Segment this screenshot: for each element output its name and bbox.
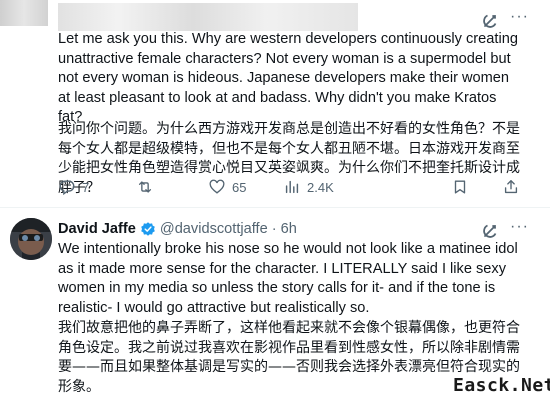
bookmark-icon — [454, 180, 466, 194]
verified-badge-icon — [141, 222, 155, 236]
more-icon[interactable]: ··· — [510, 218, 529, 236]
views-button[interactable]: 2.4K — [283, 178, 334, 196]
reply-button[interactable]: 7 — [58, 178, 89, 196]
like-button[interactable]: 65 — [208, 178, 246, 196]
display-name[interactable]: David Jaffe — [58, 221, 136, 237]
reply-text-english: We intentionally broke his nose so he wo… — [58, 241, 518, 316]
bookmark-button[interactable] — [451, 178, 469, 196]
share-icon — [504, 180, 518, 194]
tweet-text-english: Let me ask you this. Why are western dev… — [58, 31, 518, 126]
blurred-avatar — [0, 0, 48, 26]
post-time[interactable]: 6h — [281, 221, 297, 237]
tweet-divider — [0, 207, 550, 208]
reply-header: David Jaffe @davidscottjaffe · 6h — [58, 221, 297, 237]
meta-separator: · — [271, 221, 277, 237]
blurred-username — [58, 3, 358, 31]
avatar[interactable] — [10, 218, 52, 260]
watermark: Easck.Net — [453, 375, 550, 396]
tweet-action-bar: 7 65 2.4K — [58, 178, 528, 206]
user-handle[interactable]: @davidscottjaffe — [160, 221, 268, 237]
views-count: 2.4K — [307, 179, 334, 195]
reply-icon — [59, 180, 75, 196]
heart-icon — [209, 179, 225, 194]
repost-icon — [138, 181, 152, 193]
share-button[interactable] — [502, 178, 520, 196]
repost-button[interactable] — [136, 178, 160, 196]
reply-count: 7 — [82, 179, 90, 195]
like-count: 65 — [232, 179, 247, 195]
more-icon[interactable]: ··· — [510, 8, 529, 26]
views-icon — [285, 180, 299, 194]
